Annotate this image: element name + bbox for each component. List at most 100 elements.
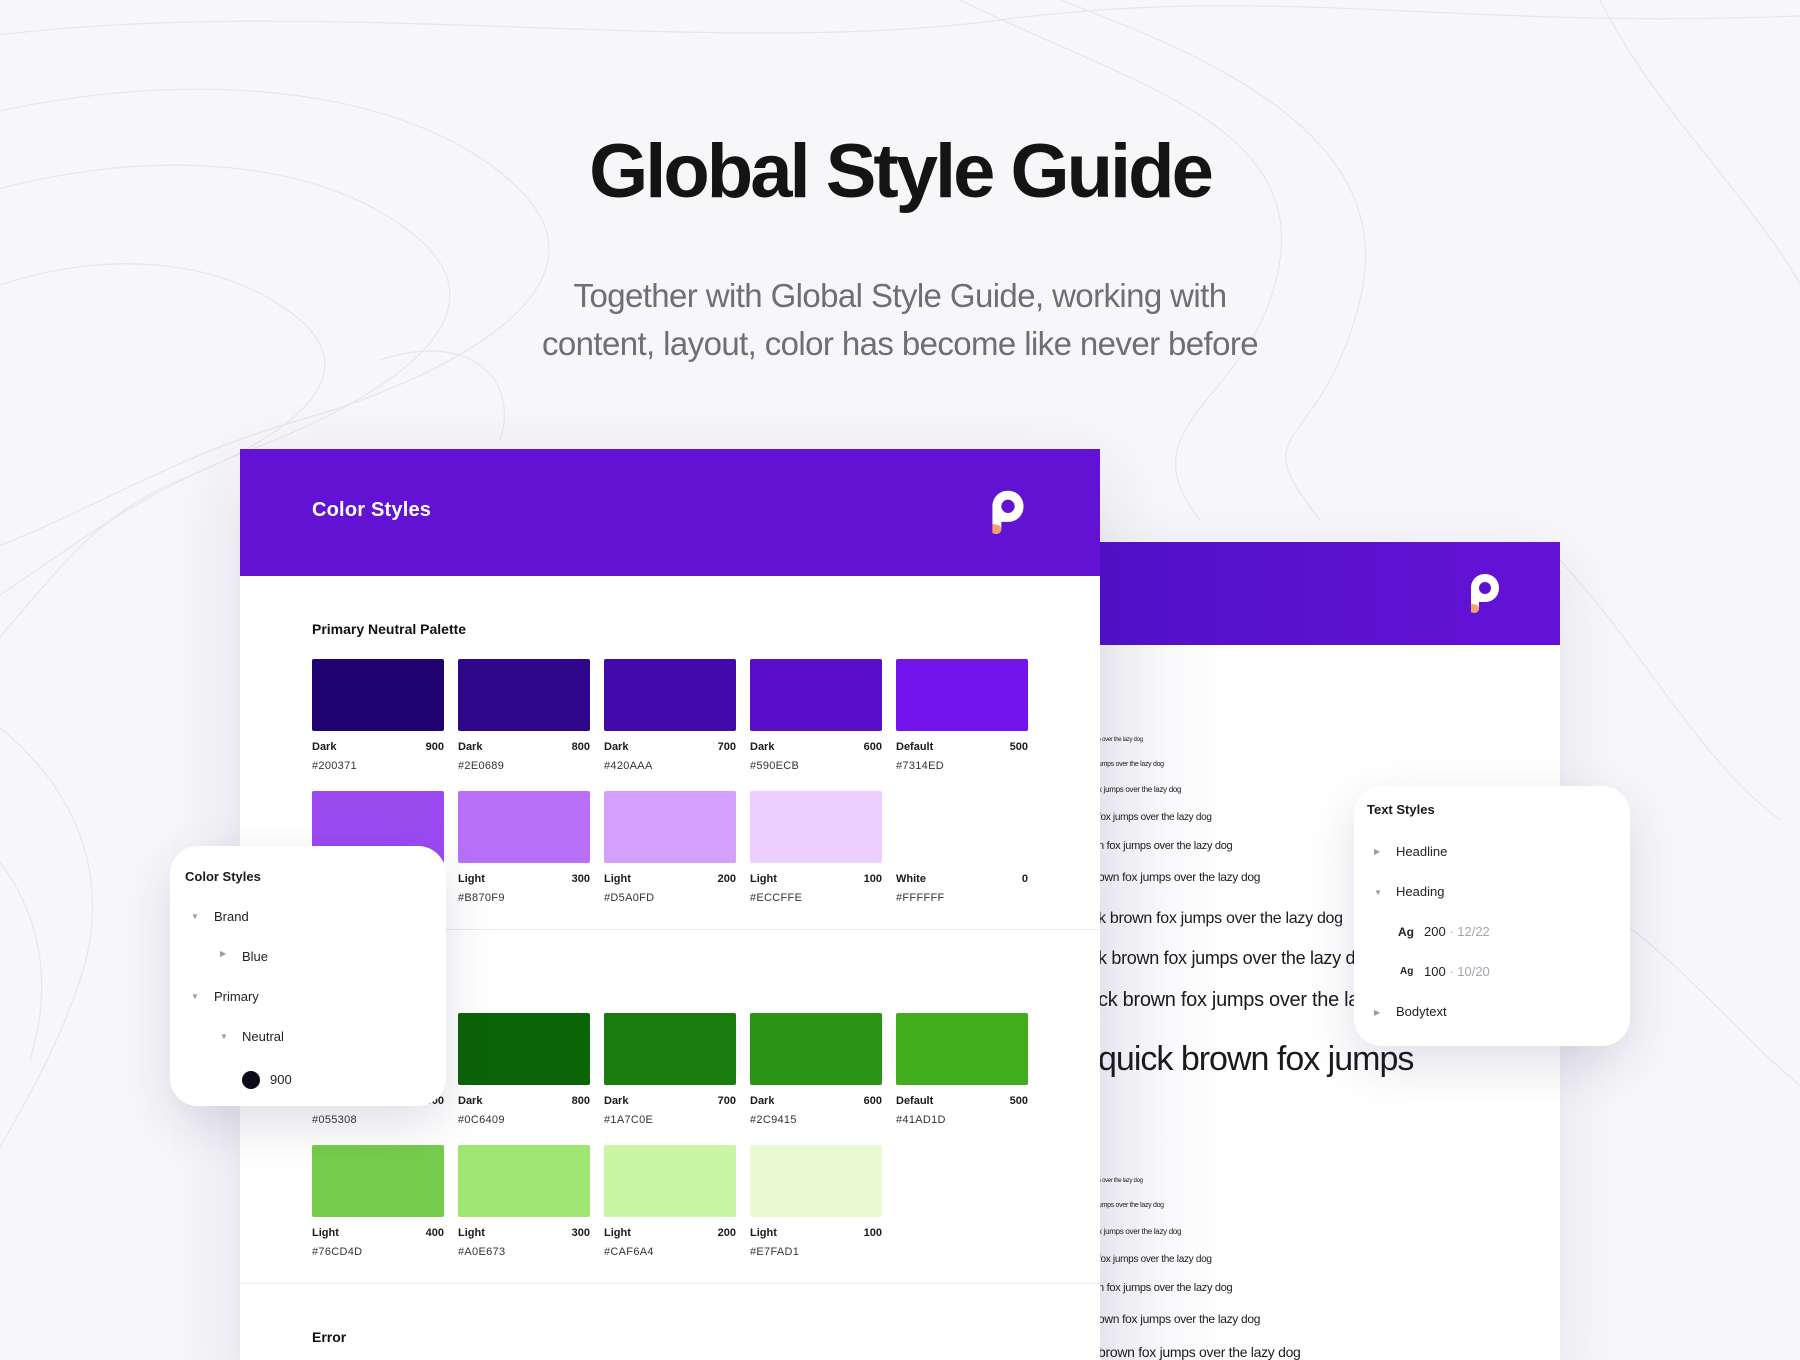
type-sample: umps over the lazy dog: [1098, 1202, 1164, 1209]
swatch-level: 300: [571, 1227, 590, 1239]
swatch-label: Light 200: [604, 873, 736, 885]
chevron-down-icon[interactable]: ▼: [1374, 888, 1382, 897]
tree-item-heading-200[interactable]: 200 · 12/22: [1424, 924, 1490, 939]
swatch-label: Dark 700: [604, 741, 736, 753]
color-swatch[interactable]: [750, 659, 882, 731]
tree-item-primary[interactable]: Primary: [214, 989, 259, 1004]
swatch-name: Dark: [458, 741, 483, 753]
color-swatch[interactable]: [312, 659, 444, 731]
swatch-label: White 0: [896, 873, 1028, 885]
swatch-level: 500: [1009, 741, 1028, 753]
swatch-level: 600: [863, 1095, 882, 1107]
color-swatch[interactable]: [604, 1013, 736, 1085]
color-swatch[interactable]: [458, 659, 590, 731]
type-specimen-icon: Ag: [1398, 925, 1414, 939]
color-styles-panel: Color Styles ▼ Brand ▶ Blue ▼ Primary ▼ …: [170, 846, 446, 1106]
size-meta: · 12/22: [1445, 924, 1490, 939]
tree-item-heading[interactable]: Heading: [1396, 884, 1444, 899]
color-swatch[interactable]: [604, 1145, 736, 1217]
type-sample: n fox jumps over the lazy dog: [1098, 840, 1233, 852]
hero-title: Global Style Guide: [589, 129, 1214, 214]
swatch-hex: #7314ED: [896, 760, 944, 772]
chevron-right-icon[interactable]: ▶: [1374, 847, 1380, 856]
type-sample: n fox jumps over the lazy dog: [1098, 1282, 1233, 1294]
swatch-name: Dark: [750, 741, 775, 753]
swatch-hex: #590ECB: [750, 760, 800, 772]
swatch-name: Dark: [312, 741, 337, 753]
chevron-down-icon[interactable]: ▼: [220, 1032, 228, 1041]
color-styles-card-header: Color Styles: [240, 449, 1100, 576]
swatch-label: Light 100: [750, 873, 882, 885]
type-sample: fox jumps over the lazy dog: [1098, 1254, 1212, 1265]
type-sample: k brown fox jumps over the lazy do: [1098, 948, 1365, 968]
chevron-right-icon[interactable]: ▶: [220, 949, 226, 958]
color-swatch[interactable]: [312, 1145, 444, 1217]
tree-item-headline[interactable]: Headline: [1396, 844, 1447, 859]
swatch-level: 900: [425, 741, 444, 753]
swatch-name: Dark: [604, 741, 629, 753]
type-sample: brown fox jumps over the lazy dog: [1098, 1344, 1301, 1360]
swatch-name: Light: [604, 1227, 631, 1239]
tree-item-900[interactable]: 900: [270, 1072, 292, 1087]
type-sample: umps over the lazy dog: [1098, 761, 1164, 768]
hero-subtitle: Together with Global Style Guide, workin…: [400, 272, 1400, 368]
swatch-name: White: [896, 873, 926, 885]
panel-title: Text Styles: [1367, 802, 1435, 817]
color-swatch[interactable]: [458, 791, 590, 863]
swatch-hex: #E7FAD1: [750, 1246, 800, 1258]
color-swatch[interactable]: [458, 1145, 590, 1217]
swatch-level: 100: [863, 1227, 882, 1239]
type-sample: x jumps over the lazy dog: [1098, 785, 1182, 794]
p-brand-logo-icon: [992, 490, 1024, 534]
swatch-level: 800: [571, 741, 590, 753]
tree-item-heading-100[interactable]: 100 · 10/20: [1424, 964, 1490, 979]
color-dot-swatch[interactable]: [242, 1071, 260, 1089]
hero-subtitle-line-2: content, layout, color has become like n…: [542, 325, 1259, 362]
swatch-level: 700: [717, 1095, 736, 1107]
color-swatch[interactable]: [896, 659, 1028, 731]
tree-item-bodytext[interactable]: Bodytext: [1396, 1004, 1447, 1019]
color-swatch[interactable]: [750, 1013, 882, 1085]
swatch-level: 0: [1021, 873, 1028, 885]
swatch-name: Dark: [458, 1095, 483, 1107]
color-swatch[interactable]: [604, 791, 736, 863]
swatch-name: Dark: [604, 1095, 629, 1107]
hero-subtitle-line-1: Together with Global Style Guide, workin…: [573, 277, 1228, 314]
card-title: Color Styles: [312, 499, 432, 521]
swatch-hex: #055308: [312, 1114, 357, 1126]
color-swatch[interactable]: [896, 1013, 1028, 1085]
p-brand-logo-icon: [1471, 574, 1499, 613]
color-swatch[interactable]: [604, 659, 736, 731]
swatch-level: 500: [1009, 1095, 1028, 1107]
swatch-hex: #FFFFFF: [896, 892, 945, 904]
swatch-level: 400: [425, 1227, 444, 1239]
chevron-down-icon[interactable]: ▼: [191, 992, 199, 1001]
type-sample: k brown fox jumps over the lazy dog: [1098, 910, 1343, 927]
swatch-level: 200: [717, 873, 736, 885]
swatch-level: 300: [571, 873, 590, 885]
weight-value: 200: [1424, 924, 1446, 939]
panel-title: Color Styles: [185, 869, 261, 884]
type-sample: own fox jumps over the lazy dog: [1098, 1312, 1261, 1326]
swatch-hex: #B870F9: [458, 892, 505, 904]
swatch-hex: #41AD1D: [896, 1114, 946, 1126]
type-sample: x jumps over the lazy dog: [1098, 1227, 1182, 1236]
swatch-name: Dark: [750, 1095, 775, 1107]
swatch-label: Light 200: [604, 1227, 736, 1239]
text-styles-panel: Text Styles ▶ Headline ▼ Heading Ag 200 …: [1354, 786, 1630, 1046]
swatch-hex: #A0E673: [458, 1246, 506, 1258]
chevron-right-icon[interactable]: ▶: [1374, 1008, 1380, 1017]
tree-item-neutral[interactable]: Neutral: [242, 1029, 284, 1044]
tree-item-blue[interactable]: Blue: [242, 949, 268, 964]
swatch-name: Light: [458, 873, 485, 885]
color-swatch[interactable]: [750, 1145, 882, 1217]
swatch-hex: #76CD4D: [312, 1246, 363, 1258]
swatch-label: Dark 700: [604, 1095, 736, 1107]
type-sample: ck brown fox jumps over the laz: [1098, 989, 1369, 1011]
tree-item-brand[interactable]: Brand: [214, 909, 249, 924]
color-swatch[interactable]: [750, 791, 882, 863]
color-swatch[interactable]: [458, 1013, 590, 1085]
type-sample: fox jumps over the lazy dog: [1098, 812, 1212, 823]
swatch-label: Light 300: [458, 873, 590, 885]
chevron-down-icon[interactable]: ▼: [191, 912, 199, 921]
